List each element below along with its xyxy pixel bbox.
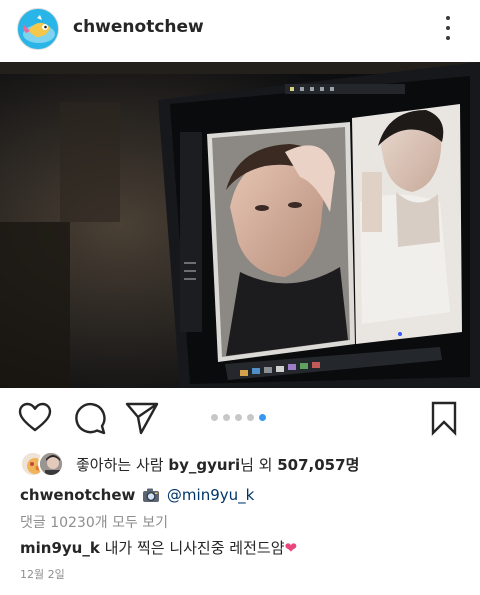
post-username[interactable]: chwenotchew	[73, 17, 204, 37]
send-icon[interactable]	[124, 400, 160, 436]
heart-icon[interactable]	[17, 400, 53, 436]
comment-item: min9yu_k 내가 찍은 니사진중 레전드얌❤	[20, 537, 297, 558]
liker-username[interactable]: by_gyuri	[168, 456, 240, 474]
post-header: chwenotchew	[0, 0, 480, 62]
caption-mention-link[interactable]: @min9yu_k	[167, 486, 254, 504]
camera-emoji	[142, 487, 160, 507]
action-bar	[0, 388, 480, 448]
likes-text: 좋아하는 사람 by_gyuri님 외 507,057명	[76, 454, 359, 475]
avatar-illustration	[18, 9, 58, 49]
carousel-dot	[223, 414, 230, 421]
likes-count[interactable]: 507,057	[277, 456, 345, 474]
post-photo[interactable]	[0, 62, 480, 388]
likes-prefix: 좋아하는 사람	[76, 456, 169, 474]
carousel-dot	[211, 414, 218, 421]
carousel-dot	[247, 414, 254, 421]
comment-icon[interactable]	[71, 400, 107, 436]
likes-middle: 님 외	[240, 456, 278, 474]
comment-username[interactable]: min9yu_k	[20, 539, 100, 557]
carousel-dot-active	[259, 414, 266, 421]
carousel-dot	[235, 414, 242, 421]
photo-of-monitor-showing-portraits	[0, 62, 480, 388]
post-date: 12월 2일	[20, 568, 65, 581]
more-vertical-icon[interactable]	[440, 14, 456, 42]
liker-avatar[interactable]	[38, 451, 64, 477]
view-all-comments-link[interactable]: 댓글 10230개 모두 보기	[20, 512, 168, 532]
comment-text: 내가 찍은 니사진중 레전드얌	[99, 539, 285, 557]
caption-username[interactable]: chwenotchew	[20, 486, 135, 504]
caption: chwenotchew @min9yu_k	[20, 486, 254, 507]
likes-row: 좋아하는 사람 by_gyuri님 외 507,057명	[20, 449, 460, 479]
likes-suffix: 명	[345, 456, 360, 474]
bookmark-icon[interactable]	[428, 400, 460, 436]
avatar[interactable]	[17, 8, 59, 50]
heart-emoji: ❤	[284, 539, 298, 557]
